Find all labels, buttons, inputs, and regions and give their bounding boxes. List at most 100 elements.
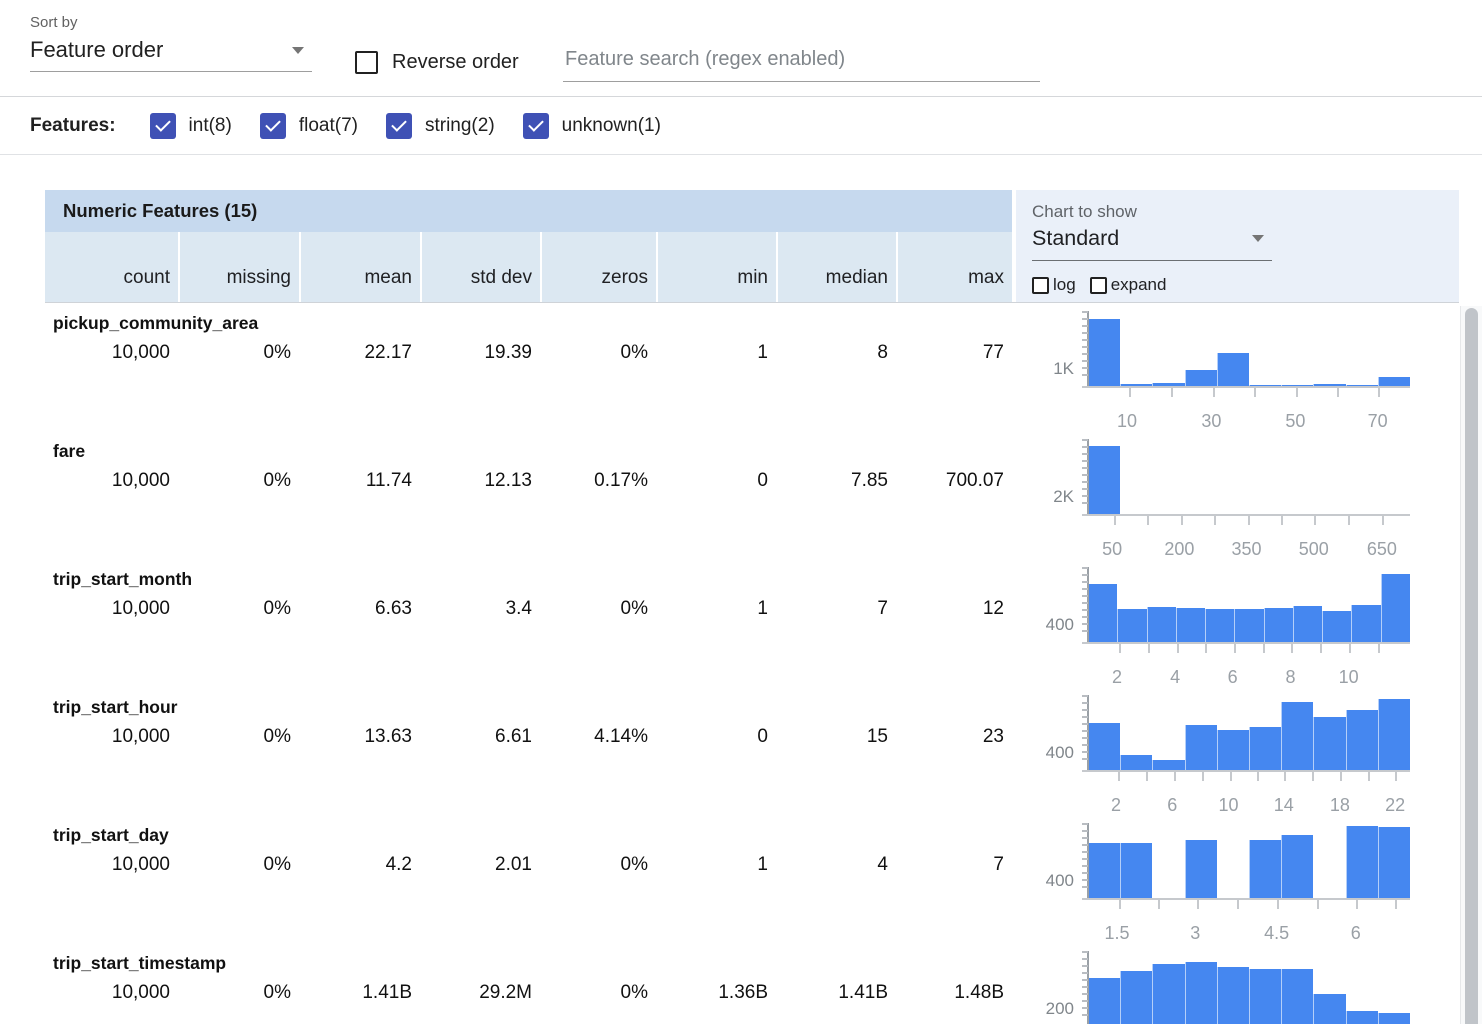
x-axis-tick [1317,900,1319,909]
y-axis-tick [1082,346,1088,348]
y-axis-tick [1082,1007,1088,1009]
feature-name: trip_start_month [45,568,1012,590]
y-axis-tick [1082,332,1088,334]
stat-missing: 0% [178,852,299,878]
y-axis-tick [1082,595,1088,597]
feature-row: fare10,0000%11.7412.130.17%07.85700.072K… [45,431,1459,559]
x-axis-tick [1356,900,1358,909]
histogram-bars [1089,311,1410,386]
histogram-bar [1322,611,1351,642]
y-axis-tick [1082,716,1088,718]
x-axis-tick [1314,516,1316,525]
y-axis-tick [1082,602,1088,604]
y-axis-tick [1082,702,1088,704]
feature-type-filter-unknown[interactable]: unknown(1) [523,113,661,139]
y-axis-tick [1082,581,1088,583]
histogram-plot [1087,823,1410,898]
histogram-bar [1120,843,1152,898]
stat-count: 10,000 [45,596,178,622]
x-axis-line [1082,386,1410,388]
log-label: log [1053,275,1076,295]
x-axis-tick [1263,644,1265,653]
stat-missing: 0% [178,468,299,494]
feature-rows: pickup_community_area10,0000%22.1719.390… [45,303,1459,1024]
chart-controls-panel: Chart to show Standard log expand [1016,190,1459,302]
stat-min: 0 [656,724,776,750]
y-axis-tick [1082,986,1088,988]
feature-histogram: 4002610141822 [1012,687,1459,815]
y-axis-tick [1082,453,1088,455]
histogram-bar [1147,607,1176,642]
feature-row: trip_start_day10,0000%4.22.010%1474001.5… [45,815,1459,943]
x-axis-tick [1118,772,1120,781]
y-axis-tick [1082,325,1088,327]
stat-missing: 0% [178,596,299,622]
sort-by-select[interactable]: Sort by Feature order [30,14,312,72]
histogram-bar [1185,962,1217,1024]
x-axis-tick [1349,644,1351,653]
histogram-bar [1089,446,1120,514]
feature-stats: pickup_community_area10,0000%22.1719.390… [45,303,1012,431]
column-header-mean: mean [299,232,420,302]
feature-type-filter-float[interactable]: float(7) [260,113,358,139]
chart-type-value: Standard [1032,226,1119,251]
chevron-down-icon [1252,235,1264,242]
sort-by-value: Feature order [30,37,163,63]
stat-std-dev: 2.01 [420,852,540,878]
x-axis-tick [1340,772,1342,781]
vertical-scrollbar[interactable] [1460,306,1482,1024]
x-axis-tick [1177,644,1179,653]
x-axis-tick [1174,772,1176,781]
feature-type-label: float(7) [299,115,358,137]
histogram-bar [1205,609,1234,642]
x-axis-labels: 2610141822 [1087,795,1410,815]
checkbox-checked-icon [523,113,549,139]
y-axis-label: 400 [1012,871,1074,891]
y-axis-tick [1082,972,1088,974]
numeric-features-table: Numeric Features (15) countmissingmeanst… [45,190,1459,1024]
scrollbar-thumb[interactable] [1465,308,1478,1024]
y-axis-tick [1082,439,1088,441]
x-axis-tick [1320,644,1322,653]
stat-std-dev: 12.13 [420,468,540,494]
histogram-bar [1249,727,1281,770]
expand-checkbox[interactable]: expand [1090,275,1167,295]
y-axis-tick [1082,844,1088,846]
chart-type-select[interactable]: Standard [1032,226,1272,261]
histogram-bar [1217,353,1249,386]
feature-row: trip_start_month10,0000%6.633.40%1712400… [45,559,1459,687]
histogram-bar [1378,377,1410,386]
feature-type-filter-int[interactable]: int(8) [150,113,232,139]
stat-zeros: 0% [540,980,656,1006]
x-tick-label: 6 [1167,795,1177,816]
feature-histogram: 1K10305070 [1012,303,1459,431]
feature-search-input[interactable] [563,44,1040,82]
feature-type-filter-string[interactable]: string(2) [386,113,495,139]
y-axis-tick [1082,965,1088,967]
x-axis-line [1082,642,1410,644]
y-axis-tick [1082,758,1088,760]
y-axis-tick [1082,311,1088,313]
y-axis-tick [1082,574,1088,576]
x-axis-tick [1395,772,1397,781]
feature-row: trip_start_timestamp10,0000%1.41B29.2M0%… [45,943,1459,1024]
y-axis-tick [1082,851,1088,853]
x-tick-label: 2 [1112,667,1122,688]
y-axis-tick [1082,630,1088,632]
x-tick-label: 22 [1385,795,1405,816]
histogram-bar [1152,964,1184,1024]
table-title-row: Numeric Features (15) [45,190,1012,232]
x-tick-label: 500 [1299,539,1329,560]
x-axis-tick [1382,516,1384,525]
y-axis-tick [1082,353,1088,355]
y-axis-tick [1082,886,1088,888]
reverse-order-checkbox[interactable]: Reverse order [355,51,519,74]
feature-name: trip_start_hour [45,696,1012,718]
log-checkbox[interactable]: log [1032,275,1076,295]
y-axis-tick [1082,751,1088,753]
x-tick-label: 30 [1201,411,1221,432]
y-axis-tick [1082,709,1088,711]
x-axis-tick [1171,388,1173,397]
stat-max: 77 [896,340,1012,366]
stat-min: 1 [656,596,776,622]
